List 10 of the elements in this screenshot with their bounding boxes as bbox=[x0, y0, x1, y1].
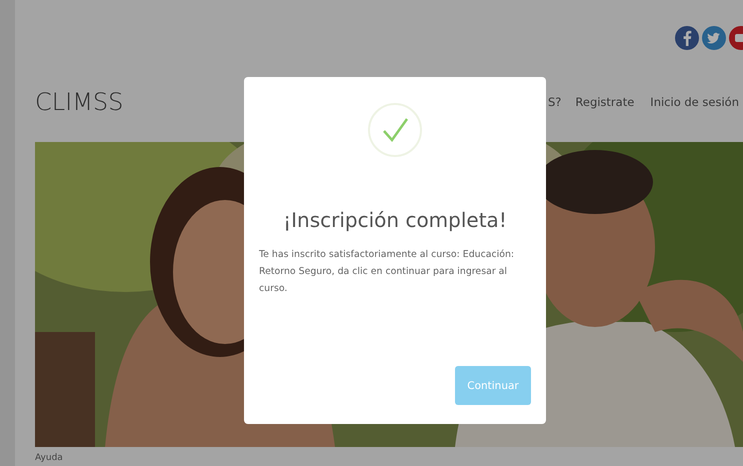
twitter-icon[interactable] bbox=[702, 26, 726, 50]
nav-link[interactable]: S? bbox=[548, 95, 562, 109]
nav-link[interactable]: Registrate bbox=[575, 95, 634, 109]
dialog-title: ¡Inscripción completa! bbox=[282, 208, 508, 232]
site-logo[interactable]: CLIMSS bbox=[35, 88, 124, 116]
nav-link[interactable]: Inicio de sesión bbox=[650, 95, 739, 109]
facebook-icon[interactable] bbox=[675, 26, 699, 50]
checkmark-icon bbox=[367, 102, 423, 158]
footer-link[interactable]: Ayuda bbox=[35, 453, 63, 463]
dialog-message: Te has inscrito satisfactoriamente al curso: Educación: Retorno Seguro, da clic en continuar para ingresar al curso. bbox=[259, 248, 516, 296]
